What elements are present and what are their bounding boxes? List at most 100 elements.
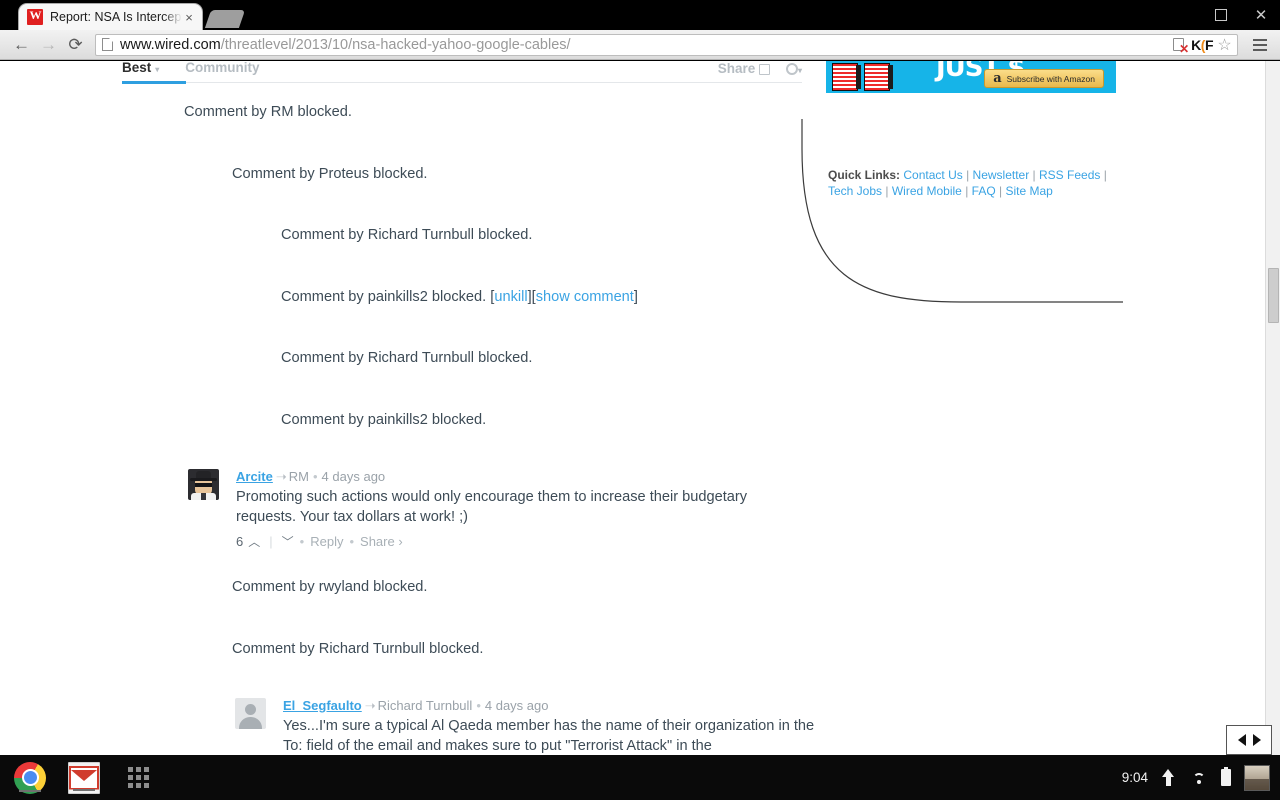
horizontal-scroll-arrows[interactable] (1226, 725, 1272, 755)
scrollbar-thumb[interactable] (1268, 268, 1279, 323)
comment-timestamp: 4 days ago (321, 469, 386, 484)
gear-icon (785, 63, 798, 75)
avatar[interactable] (235, 698, 266, 729)
quick-links: Quick Links: Contact Us | Newsletter | R… (828, 168, 1107, 198)
page-viewport: Best ▾ Community Share ▾ Comment by RM b… (0, 61, 1280, 755)
comment-item: El_Segfaulto ➝ Richard Turnbull • 4 days ago… (235, 698, 815, 755)
chrome-icon[interactable] (14, 761, 46, 794)
app-launcher-icon[interactable] (122, 762, 154, 794)
share-label: Share (717, 61, 756, 76)
new-tab-button[interactable] (204, 10, 246, 28)
downvote-icon[interactable]: ﹀ (282, 533, 294, 550)
reply-arrow-icon: ➝ (275, 469, 287, 484)
comment-parent-author: RM (288, 469, 309, 484)
blocked-notice: Comment by Proteus blocked. (232, 166, 428, 182)
link-site-map[interactable]: Site Map (1005, 184, 1052, 198)
share-button[interactable]: Share › (360, 534, 403, 549)
blocked-notice: Comment by RM blocked. (184, 104, 352, 120)
chevron-down-icon: ▾ (797, 66, 802, 75)
unkill-link[interactable]: unkill (494, 289, 527, 305)
separator-dot: • (299, 534, 305, 549)
gmail-icon[interactable] (68, 761, 100, 794)
subscribe-with-amazon-button[interactable]: a Subscribe with Amazon (984, 69, 1104, 88)
system-tray[interactable]: 9:04 (1122, 755, 1270, 800)
disqus-nav: Best ▾ Community Share ▾ (122, 61, 802, 83)
url-host: www.wired.com (120, 36, 221, 53)
quick-links-label: Quick Links: (828, 168, 901, 182)
separator-dot: • (476, 698, 481, 713)
blocked-notice: Comment by Richard Turnbull blocked. (281, 227, 533, 243)
wired-favicon-icon (27, 8, 43, 25)
upload-arrow-icon[interactable] (1161, 769, 1176, 786)
cookie-blocked-icon[interactable]: ✕ (1172, 37, 1189, 55)
comment-timestamp: 4 days ago (484, 698, 549, 713)
comment-actions: 6 ︿ | ﹀ • Reply • Share › (236, 533, 788, 550)
battery-icon[interactable] (1221, 766, 1231, 786)
tab-best-label: Best (122, 61, 152, 75)
chrome-menu-button[interactable] (1248, 33, 1272, 57)
browser-tab-active[interactable]: Report: NSA Is Intercepti × (18, 3, 203, 30)
bracket: ] (633, 289, 638, 305)
blocked-notice: Comment by Richard Turnbull blocked. (281, 350, 533, 366)
shelf-apps (14, 755, 154, 800)
scroll-right-icon[interactable] (1252, 734, 1261, 746)
vertical-scrollbar[interactable] (1265, 61, 1280, 755)
show-comment-link[interactable]: show comment (536, 289, 634, 305)
upvote-icon[interactable]: ︿ (248, 533, 260, 550)
comment-meta: Arcite ➝ RM • 4 days ago (236, 469, 788, 485)
divider: | (269, 534, 273, 549)
magazine-cover-icon (832, 63, 858, 91)
link-faq[interactable]: FAQ (972, 184, 996, 198)
link-newsletter[interactable]: Newsletter (973, 168, 1030, 182)
user-avatar[interactable] (1244, 764, 1270, 791)
scroll-left-icon[interactable] (1237, 734, 1246, 746)
url-text: www.wired.com/threatlevel/2013/10/nsa-ha… (120, 37, 1172, 53)
blocked-notice-text: Comment by painkills2 blocked. (281, 289, 487, 305)
clock: 9:04 (1121, 770, 1148, 785)
reply-button[interactable]: Reply (310, 534, 343, 549)
tab-title: Report: NSA Is Intercepti (50, 10, 182, 24)
tab-close-icon[interactable]: × (182, 11, 196, 24)
subscribe-label: Subscribe with Amazon (1006, 73, 1095, 84)
share-button[interactable]: Share (718, 61, 770, 76)
link-rss-feeds[interactable]: RSS Feeds (1039, 168, 1100, 182)
separator-dot: • (312, 469, 318, 484)
blocked-notice: Comment by rwyland blocked. (232, 579, 428, 595)
forward-button[interactable]: → (35, 31, 62, 58)
reload-button[interactable]: ⟳ (62, 31, 89, 58)
bookmark-star-icon[interactable]: ☆ (1216, 36, 1233, 54)
decorative-border-curve (801, 119, 1123, 303)
back-button[interactable]: ← (8, 31, 35, 58)
omnibox-icons: ✕ K(F ☆ (1172, 36, 1233, 55)
link-tech-jobs[interactable]: Tech Jobs (828, 184, 882, 198)
comment-text: Promoting such actions would only encour… (236, 489, 748, 525)
comment-meta: El_Segfaulto ➝ Richard Turnbull • 4 days ago (283, 698, 815, 714)
comment-author-link[interactable]: El_Segfaulto (283, 698, 362, 713)
link-wired-mobile[interactable]: Wired Mobile (892, 184, 962, 198)
settings-button[interactable]: ▾ (785, 61, 802, 76)
tab-community[interactable]: Community (185, 61, 259, 75)
avatar[interactable] (188, 469, 219, 500)
amazon-logo-icon: a (993, 71, 1002, 86)
disqus-nav-right: Share ▾ (718, 61, 802, 76)
comment-author-link[interactable]: Arcite (236, 469, 273, 484)
tab-best[interactable]: Best ▾ (122, 61, 159, 77)
bracket: ][ (527, 289, 536, 305)
vote-count: 6 (236, 534, 244, 549)
chevron-down-icon: ▾ (155, 65, 160, 74)
page-info-icon (102, 38, 113, 51)
os-shelf: 9:04 (0, 755, 1280, 800)
address-bar[interactable]: www.wired.com/threatlevel/2013/10/nsa-ha… (95, 33, 1238, 56)
external-link-icon (758, 64, 770, 75)
figure-icon (888, 65, 893, 89)
comment-item: Arcite ➝ RM • 4 days ago Promoting such acti… (188, 469, 788, 550)
kill-file-icon[interactable]: K(F (1191, 38, 1213, 52)
link-contact-us[interactable]: Contact Us (903, 168, 962, 182)
wifi-icon[interactable] (1189, 771, 1208, 785)
separator-dot: • (349, 534, 355, 549)
tab-strip: Report: NSA Is Intercepti × (0, 0, 1280, 30)
url-path: /threatlevel/2013/10/nsa-hacked-yahoo-go… (220, 36, 571, 53)
disqus-comments: Best ▾ Community Share ▾ Comment by RM b… (122, 61, 814, 754)
blocked-notice: Comment by Richard Turnbull blocked. (232, 641, 484, 657)
reply-arrow-icon: ➝ (364, 698, 376, 713)
